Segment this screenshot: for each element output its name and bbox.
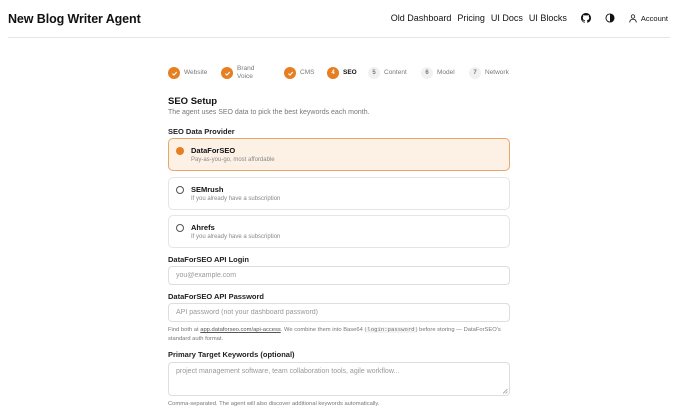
- step-network[interactable]: 7 Network: [469, 64, 509, 82]
- api-access-link[interactable]: app.dataforseo.com/api-access: [200, 327, 281, 333]
- step-website[interactable]: Website: [168, 64, 207, 82]
- step-label: CMS: [300, 69, 315, 76]
- step-number: 7: [469, 67, 481, 79]
- radio-selected[interactable]: [176, 147, 184, 155]
- api-help-text: Find both at app.dataforseo.com/api-acce…: [168, 327, 501, 342]
- step-brand-voice[interactable]: Brand Voice: [221, 64, 259, 82]
- auth-format-code: login:password: [366, 327, 416, 333]
- header-divider: [8, 37, 670, 38]
- step-label: Model: [437, 69, 455, 76]
- setup-stepper: Website Brand Voice CMS 4 SEO 5 Content …: [168, 64, 513, 82]
- step-cms[interactable]: CMS: [284, 64, 314, 82]
- page-title: SEO Setup: [168, 96, 218, 107]
- login-label: DataForSEO API Login: [168, 255, 249, 264]
- step-number: 6: [421, 67, 433, 79]
- provider-label: SEO Data Provider: [168, 127, 235, 136]
- provider-name: DataForSEO: [191, 146, 236, 155]
- step-label: Network: [485, 69, 509, 76]
- page-subtitle: The agent uses SEO data to pick the best…: [168, 109, 370, 116]
- nav-old-dashboard[interactable]: Old Dashboard: [391, 13, 452, 23]
- keywords-label: Primary Target Keywords (optional): [168, 350, 295, 359]
- step-label: Website: [184, 69, 208, 76]
- keywords-textarea[interactable]: [168, 362, 510, 396]
- provider-name: SEMrush: [191, 185, 224, 194]
- provider-desc: If you already have a subscription: [191, 196, 281, 202]
- check-icon: [221, 67, 233, 79]
- user-icon: [629, 13, 637, 23]
- provider-name: Ahrefs: [191, 223, 215, 232]
- keywords-help-text: Comma-separated. The agent will also dis…: [168, 401, 380, 407]
- radio-unselected[interactable]: [176, 186, 184, 194]
- api-login-input[interactable]: [168, 266, 510, 285]
- nav-ui-docs[interactable]: UI Docs: [491, 13, 523, 23]
- nav-pricing[interactable]: Pricing: [457, 13, 485, 23]
- step-content[interactable]: 5 Content: [368, 64, 407, 82]
- step-label: SEO: [343, 69, 357, 76]
- check-icon: [284, 67, 296, 79]
- check-icon: [168, 67, 180, 79]
- github-icon[interactable]: [580, 13, 591, 23]
- step-number: 5: [368, 67, 380, 79]
- account-label: Account: [640, 13, 668, 23]
- provider-option-semrush[interactable]: SEMrush If you already have a subscripti…: [168, 177, 510, 210]
- step-seo[interactable]: 4 SEO: [327, 64, 357, 82]
- resize-handle-icon[interactable]: [502, 388, 508, 394]
- password-label: DataForSEO API Password: [168, 292, 264, 301]
- top-header: New Blog Writer Agent Old Dashboard Pric…: [0, 0, 680, 37]
- step-label: Brand Voice: [237, 65, 255, 80]
- app-title[interactable]: New Blog Writer Agent: [8, 12, 141, 26]
- step-label: Content: [384, 69, 407, 76]
- step-model[interactable]: 6 Model: [421, 64, 455, 82]
- provider-option-ahrefs[interactable]: Ahrefs If you already have a subscriptio…: [168, 215, 510, 248]
- nav-ui-blocks[interactable]: UI Blocks: [529, 13, 567, 23]
- radio-unselected[interactable]: [176, 224, 184, 232]
- api-password-input[interactable]: [168, 303, 510, 322]
- theme-toggle-icon[interactable]: [605, 13, 615, 23]
- provider-option-dataforseo[interactable]: DataForSEO Pay-as-you-go, most affordabl…: [168, 138, 510, 171]
- step-number: 4: [327, 67, 339, 79]
- account-button[interactable]: Account: [629, 14, 668, 23]
- top-nav: Old Dashboard Pricing UI Docs UI Blocks …: [385, 13, 668, 23]
- provider-desc: Pay-as-you-go, most affordable: [191, 157, 275, 163]
- provider-desc: If you already have a subscription: [191, 234, 281, 240]
